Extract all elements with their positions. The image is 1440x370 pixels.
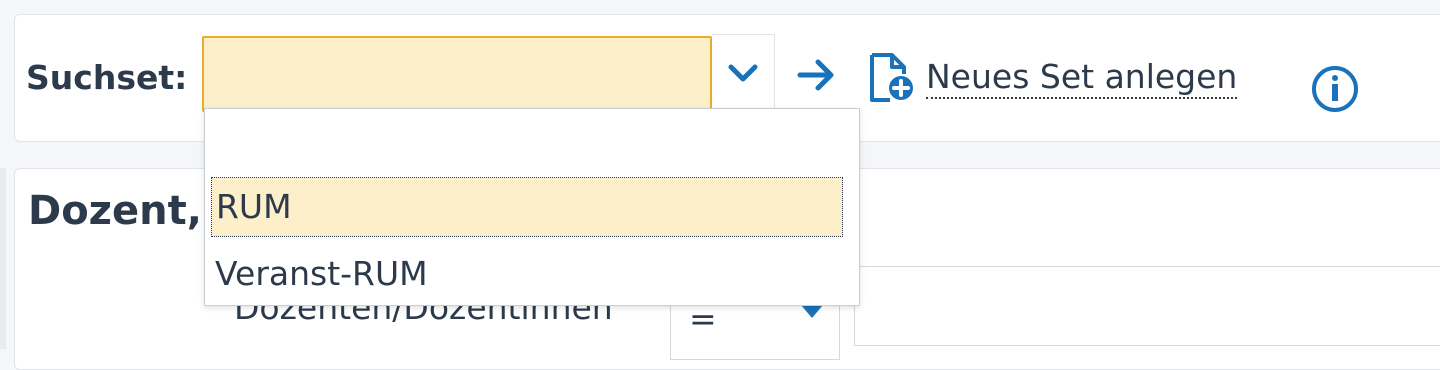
dropdown-option-veranst-rum[interactable]: Veranst-RUM [211, 245, 843, 305]
arrow-right-icon[interactable] [796, 54, 838, 96]
chevron-down-icon [728, 64, 758, 82]
new-set-label: Neues Set anlegen [926, 57, 1238, 99]
new-set-link[interactable]: Neues Set anlegen [866, 52, 1238, 104]
search-set-dropdown-button[interactable] [712, 34, 775, 112]
lecturer-value-input[interactable] [854, 266, 1440, 346]
section-title: Dozent, [28, 188, 202, 234]
panel-header-area [858, 168, 1440, 267]
search-set-input[interactable] [202, 36, 712, 112]
search-set-dropdown-list: RUM Veranst-RUM [204, 108, 860, 306]
new-document-icon [870, 53, 913, 102]
info-icon[interactable] [1310, 64, 1360, 114]
dropdown-option-rum[interactable]: RUM [211, 177, 843, 237]
left-edge-divider [0, 168, 6, 349]
dropdown-option-empty[interactable] [211, 113, 843, 173]
search-set-label: Suchset: [26, 58, 188, 97]
